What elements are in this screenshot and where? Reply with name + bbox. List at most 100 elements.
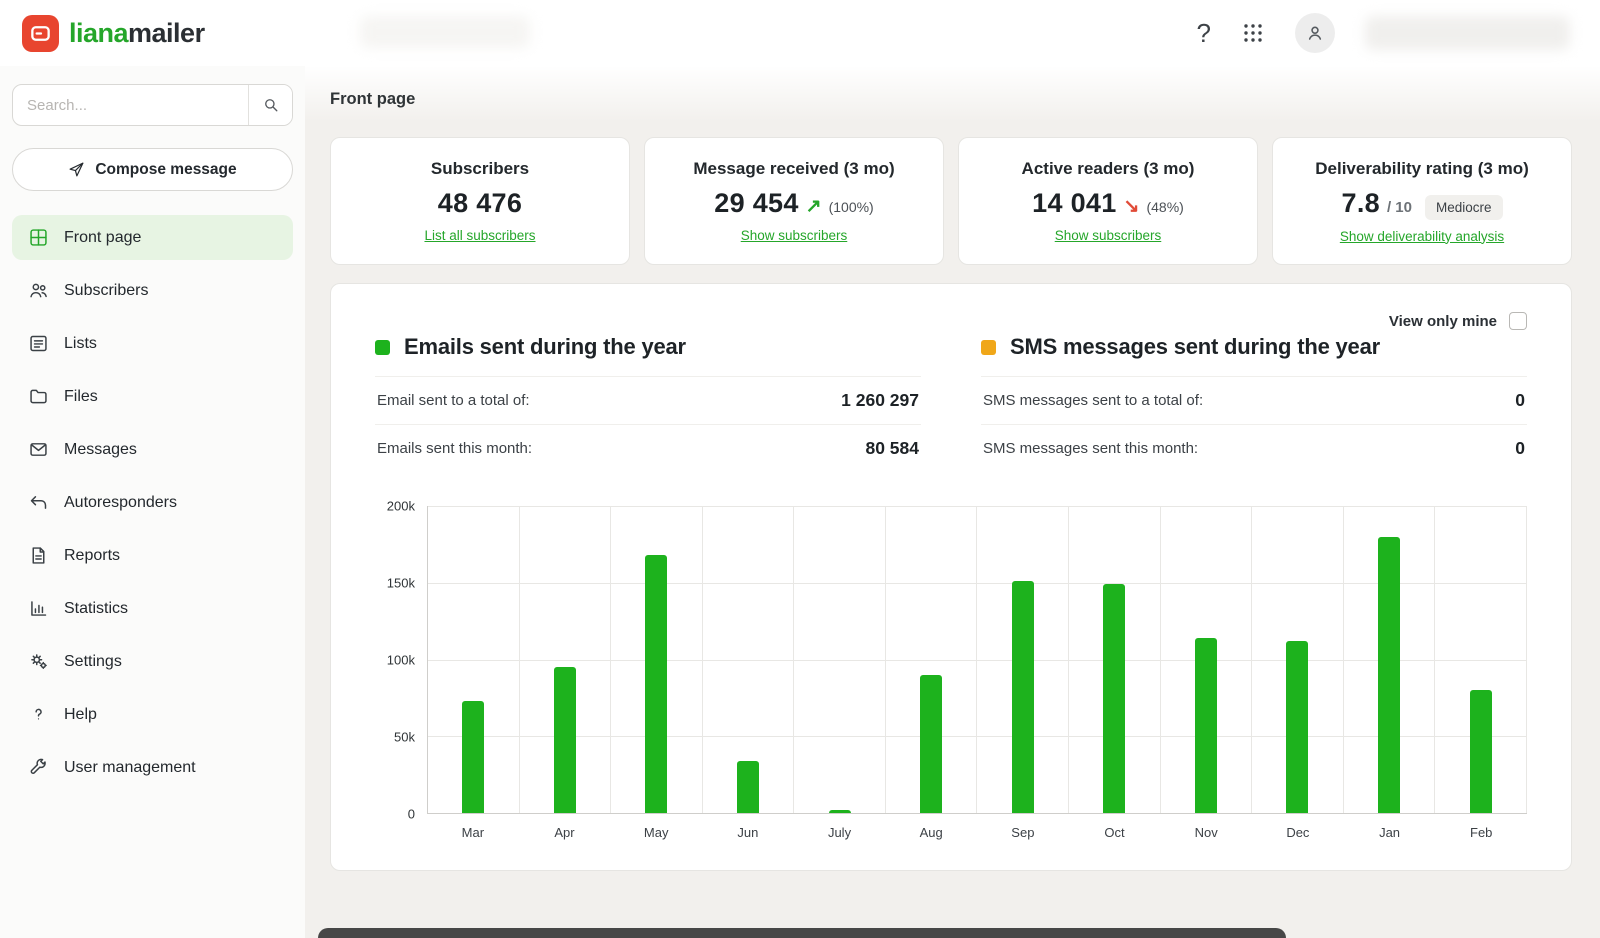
bar-sep[interactable] bbox=[1012, 581, 1034, 813]
show-subscribers-link[interactable]: Show subscribers bbox=[741, 228, 848, 243]
stat-value: 29 454 bbox=[714, 188, 798, 219]
front-page-icon bbox=[28, 227, 49, 248]
y-tick-label: 0 bbox=[408, 807, 415, 822]
apps-grid-icon[interactable] bbox=[1241, 21, 1265, 45]
sidebar-item-lists[interactable]: Lists bbox=[12, 321, 293, 366]
emails-legend-swatch-icon bbox=[375, 340, 390, 355]
help-icon bbox=[28, 704, 49, 725]
sms-section-title: SMS messages sent during the year bbox=[1010, 334, 1380, 360]
sidebar-item-label: Messages bbox=[64, 441, 137, 459]
sidebar-item-subscribers[interactable]: Subscribers bbox=[12, 268, 293, 313]
stat-value: 7.8 bbox=[1342, 188, 1380, 219]
messages-icon bbox=[28, 439, 49, 460]
sidebar-item-statistics[interactable]: Statistics bbox=[12, 586, 293, 631]
sidebar-item-settings[interactable]: Settings bbox=[12, 639, 293, 684]
sidebar-item-label: Statistics bbox=[64, 600, 128, 618]
sidebar-item-autoresponders[interactable]: Autoresponders bbox=[12, 480, 293, 525]
sidebar-item-user-management[interactable]: User management bbox=[12, 745, 293, 790]
sidebar-item-reports[interactable]: Reports bbox=[12, 533, 293, 578]
redacted-username bbox=[1365, 16, 1570, 50]
activity-panel: View only mine Emails sent during the ye… bbox=[330, 283, 1572, 871]
reports-icon bbox=[28, 545, 49, 566]
stat-card-title: Subscribers bbox=[431, 159, 529, 179]
brand-logo[interactable]: lianamailer bbox=[22, 15, 205, 52]
x-tick-label: May bbox=[610, 825, 702, 840]
trend-down-icon: ↘ bbox=[1124, 195, 1140, 218]
emails-section-title: Emails sent during the year bbox=[404, 334, 686, 360]
bar-jun[interactable] bbox=[737, 761, 759, 813]
bar-dec[interactable] bbox=[1286, 641, 1308, 813]
brand-name: lianamailer bbox=[69, 18, 205, 49]
y-tick-label: 100k bbox=[387, 653, 415, 668]
emails-total-row: Email sent to a total of: 1 260 297 bbox=[375, 376, 921, 424]
sms-legend-swatch-icon bbox=[981, 340, 996, 355]
trend-percent: (100%) bbox=[829, 199, 874, 215]
y-tick-label: 150k bbox=[387, 576, 415, 591]
stat-card-title: Active readers (3 mo) bbox=[1022, 159, 1195, 179]
bar-mar[interactable] bbox=[462, 701, 484, 813]
x-tick-label: Mar bbox=[427, 825, 519, 840]
bar-apr[interactable] bbox=[554, 667, 576, 813]
lists-icon bbox=[28, 333, 49, 354]
x-tick-label: Apr bbox=[519, 825, 611, 840]
show-subscribers-link[interactable]: Show subscribers bbox=[1055, 228, 1162, 243]
bar-oct[interactable] bbox=[1103, 584, 1125, 813]
bottom-toast-peek bbox=[318, 928, 1286, 938]
sms-section: SMS messages sent during the year SMS me… bbox=[981, 334, 1527, 472]
stat-value: 14 041 bbox=[1032, 188, 1116, 219]
show-deliverability-analysis-link[interactable]: Show deliverability analysis bbox=[1340, 229, 1504, 244]
sidebar-item-label: Files bbox=[64, 388, 98, 406]
files-icon bbox=[28, 386, 49, 407]
view-only-mine: View only mine bbox=[375, 310, 1527, 332]
emails-month-row: Emails sent this month: 80 584 bbox=[375, 424, 921, 472]
search-icon-button[interactable] bbox=[248, 85, 292, 125]
view-only-mine-checkbox[interactable] bbox=[1509, 312, 1527, 330]
stat-value: 48 476 bbox=[438, 188, 522, 219]
statistics-icon bbox=[28, 598, 49, 619]
settings-icon bbox=[28, 651, 49, 672]
bar-nov[interactable] bbox=[1195, 638, 1217, 813]
sidebar-item-help[interactable]: Help bbox=[12, 692, 293, 737]
bar-jan[interactable] bbox=[1378, 537, 1400, 813]
bar-aug[interactable] bbox=[920, 675, 942, 813]
lianamailer-logo-icon bbox=[22, 15, 59, 52]
sidebar-item-label: Front page bbox=[64, 229, 141, 247]
stat-card-title: Deliverability rating (3 mo) bbox=[1315, 159, 1529, 179]
compose-message-button[interactable]: Compose message bbox=[12, 148, 293, 191]
list-all-subscribers-link[interactable]: List all subscribers bbox=[424, 228, 535, 243]
autoresponders-icon bbox=[28, 492, 49, 513]
x-tick-label: Dec bbox=[1252, 825, 1344, 840]
sidebar-item-messages[interactable]: Messages bbox=[12, 427, 293, 472]
x-tick-label: Sep bbox=[977, 825, 1069, 840]
main-content: Front page Subscribers48 476List all sub… bbox=[305, 66, 1600, 938]
stat-card-active-readers-3-mo: Active readers (3 mo) 14 041 ↘ (48%) Show su… bbox=[958, 137, 1258, 265]
stat-card-message-received-3-mo: Message received (3 mo) 29 454 ↗ (100%) Show… bbox=[644, 137, 944, 265]
x-tick-label: Jun bbox=[702, 825, 794, 840]
trend-up-icon: ↗ bbox=[806, 195, 822, 218]
stat-cards-row: Subscribers 48 476 List all subscribers Mes… bbox=[330, 137, 1572, 265]
sidebar-item-label: Lists bbox=[64, 335, 97, 353]
rating-badge: Mediocre bbox=[1425, 195, 1503, 220]
x-tick-label: Nov bbox=[1160, 825, 1252, 840]
bar-feb[interactable] bbox=[1470, 690, 1492, 813]
stat-value-suffix: / 10 bbox=[1387, 199, 1412, 216]
sidebar-item-label: Help bbox=[64, 706, 97, 724]
help-icon[interactable]: ? bbox=[1197, 18, 1211, 49]
subscribers-icon bbox=[28, 280, 49, 301]
user-avatar-icon[interactable] bbox=[1295, 13, 1335, 53]
sidebar-item-label: User management bbox=[64, 759, 196, 777]
search-input[interactable] bbox=[13, 85, 248, 125]
sidebar-item-files[interactable]: Files bbox=[12, 374, 293, 419]
x-tick-label: Aug bbox=[885, 825, 977, 840]
bar-may[interactable] bbox=[645, 555, 667, 813]
top-header: lianamailer ? bbox=[0, 0, 1600, 66]
sidebar: Compose message Front page Subscribers Lis… bbox=[0, 66, 305, 938]
stat-card-title: Message received (3 mo) bbox=[693, 159, 894, 179]
redacted-text bbox=[360, 16, 530, 48]
x-tick-label: Oct bbox=[1069, 825, 1161, 840]
trend-percent: (48%) bbox=[1146, 199, 1183, 215]
bar-july[interactable] bbox=[829, 810, 851, 813]
x-tick-label: Feb bbox=[1435, 825, 1527, 840]
sidebar-item-front-page[interactable]: Front page bbox=[12, 215, 293, 260]
x-tick-label: Jan bbox=[1344, 825, 1436, 840]
